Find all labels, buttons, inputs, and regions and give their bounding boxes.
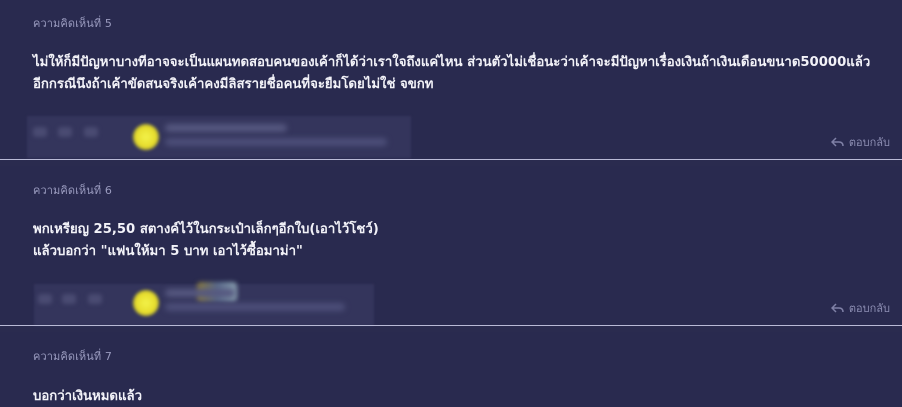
emotion-icon[interactable] [38,294,52,304]
comment-body: บอกว่าเงินหมดแล้ว [33,386,888,407]
reply-arrow-icon [830,303,844,313]
minus-icon[interactable] [88,294,102,304]
user-avatar-icon[interactable] [133,290,159,316]
blurred-timestamp [165,138,387,146]
comments-page: ความคิดเห็นที่ 5 ไม่ให้ก็มีปัญหาบางทีอาจ… [0,0,902,407]
reply-arrow-icon [830,137,844,147]
reply-button[interactable]: ตอบกลับ [830,133,890,151]
divider [0,159,902,160]
blurred-timestamp [165,303,345,311]
blurred-author-bar [27,116,411,158]
blurred-username [165,289,235,297]
comment-body-line: ไม่ให้ก็มีปัญหาบางทีอาจจะเป็นแผนทดสอบคนข… [33,55,871,70]
comment-body-line: บอกว่าเงินหมดแล้ว [33,389,142,404]
comment-body: พกเหรียญ 25,50 สตางค์ไว้ในกระเป๋าเล็กๆอี… [33,219,888,263]
comment-number-label: ความคิดเห็นที่ 7 [33,350,112,363]
minus-icon[interactable] [84,127,98,137]
comment-body-line: พกเหรียญ 25,50 สตางค์ไว้ในกระเป๋าเล็กๆอี… [33,222,379,237]
comment-body-line: แล้วบอกว่า "แฟนให้มา 5 บาท เอาไว้ซื้อมาม… [33,244,303,259]
comment-number-label: ความคิดเห็นที่ 5 [33,17,112,30]
emotion-icon[interactable] [33,127,47,137]
blurred-username [165,124,287,132]
comment-number-label: ความคิดเห็นที่ 6 [33,184,112,197]
reply-label: ตอบกลับ [848,302,890,315]
comment-5: ความคิดเห็นที่ 5 ไม่ให้ก็มีปัญหาบางทีอาจ… [0,0,902,159]
reply-button[interactable]: ตอบกลับ [830,299,890,317]
comment-7: ความคิดเห็นที่ 7 บอกว่าเงินหมดแล้ว [0,332,902,407]
comment-body: ไม่ให้ก็มีปัญหาบางทีอาจจะเป็นแผนทดสอบคนข… [33,52,888,96]
plus-icon[interactable] [58,127,72,137]
plus-icon[interactable] [62,294,76,304]
reply-label: ตอบกลับ [848,136,890,149]
comment-body-line: อีกกรณีนึงถ้าเค้าขัดสนจริงเค้าคงมีลิสราย… [33,77,434,92]
divider [0,325,902,326]
comment-6: ความคิดเห็นที่ 6 พกเหรียญ 25,50 สตางค์ไว… [0,166,902,326]
user-avatar-icon[interactable] [133,124,159,150]
